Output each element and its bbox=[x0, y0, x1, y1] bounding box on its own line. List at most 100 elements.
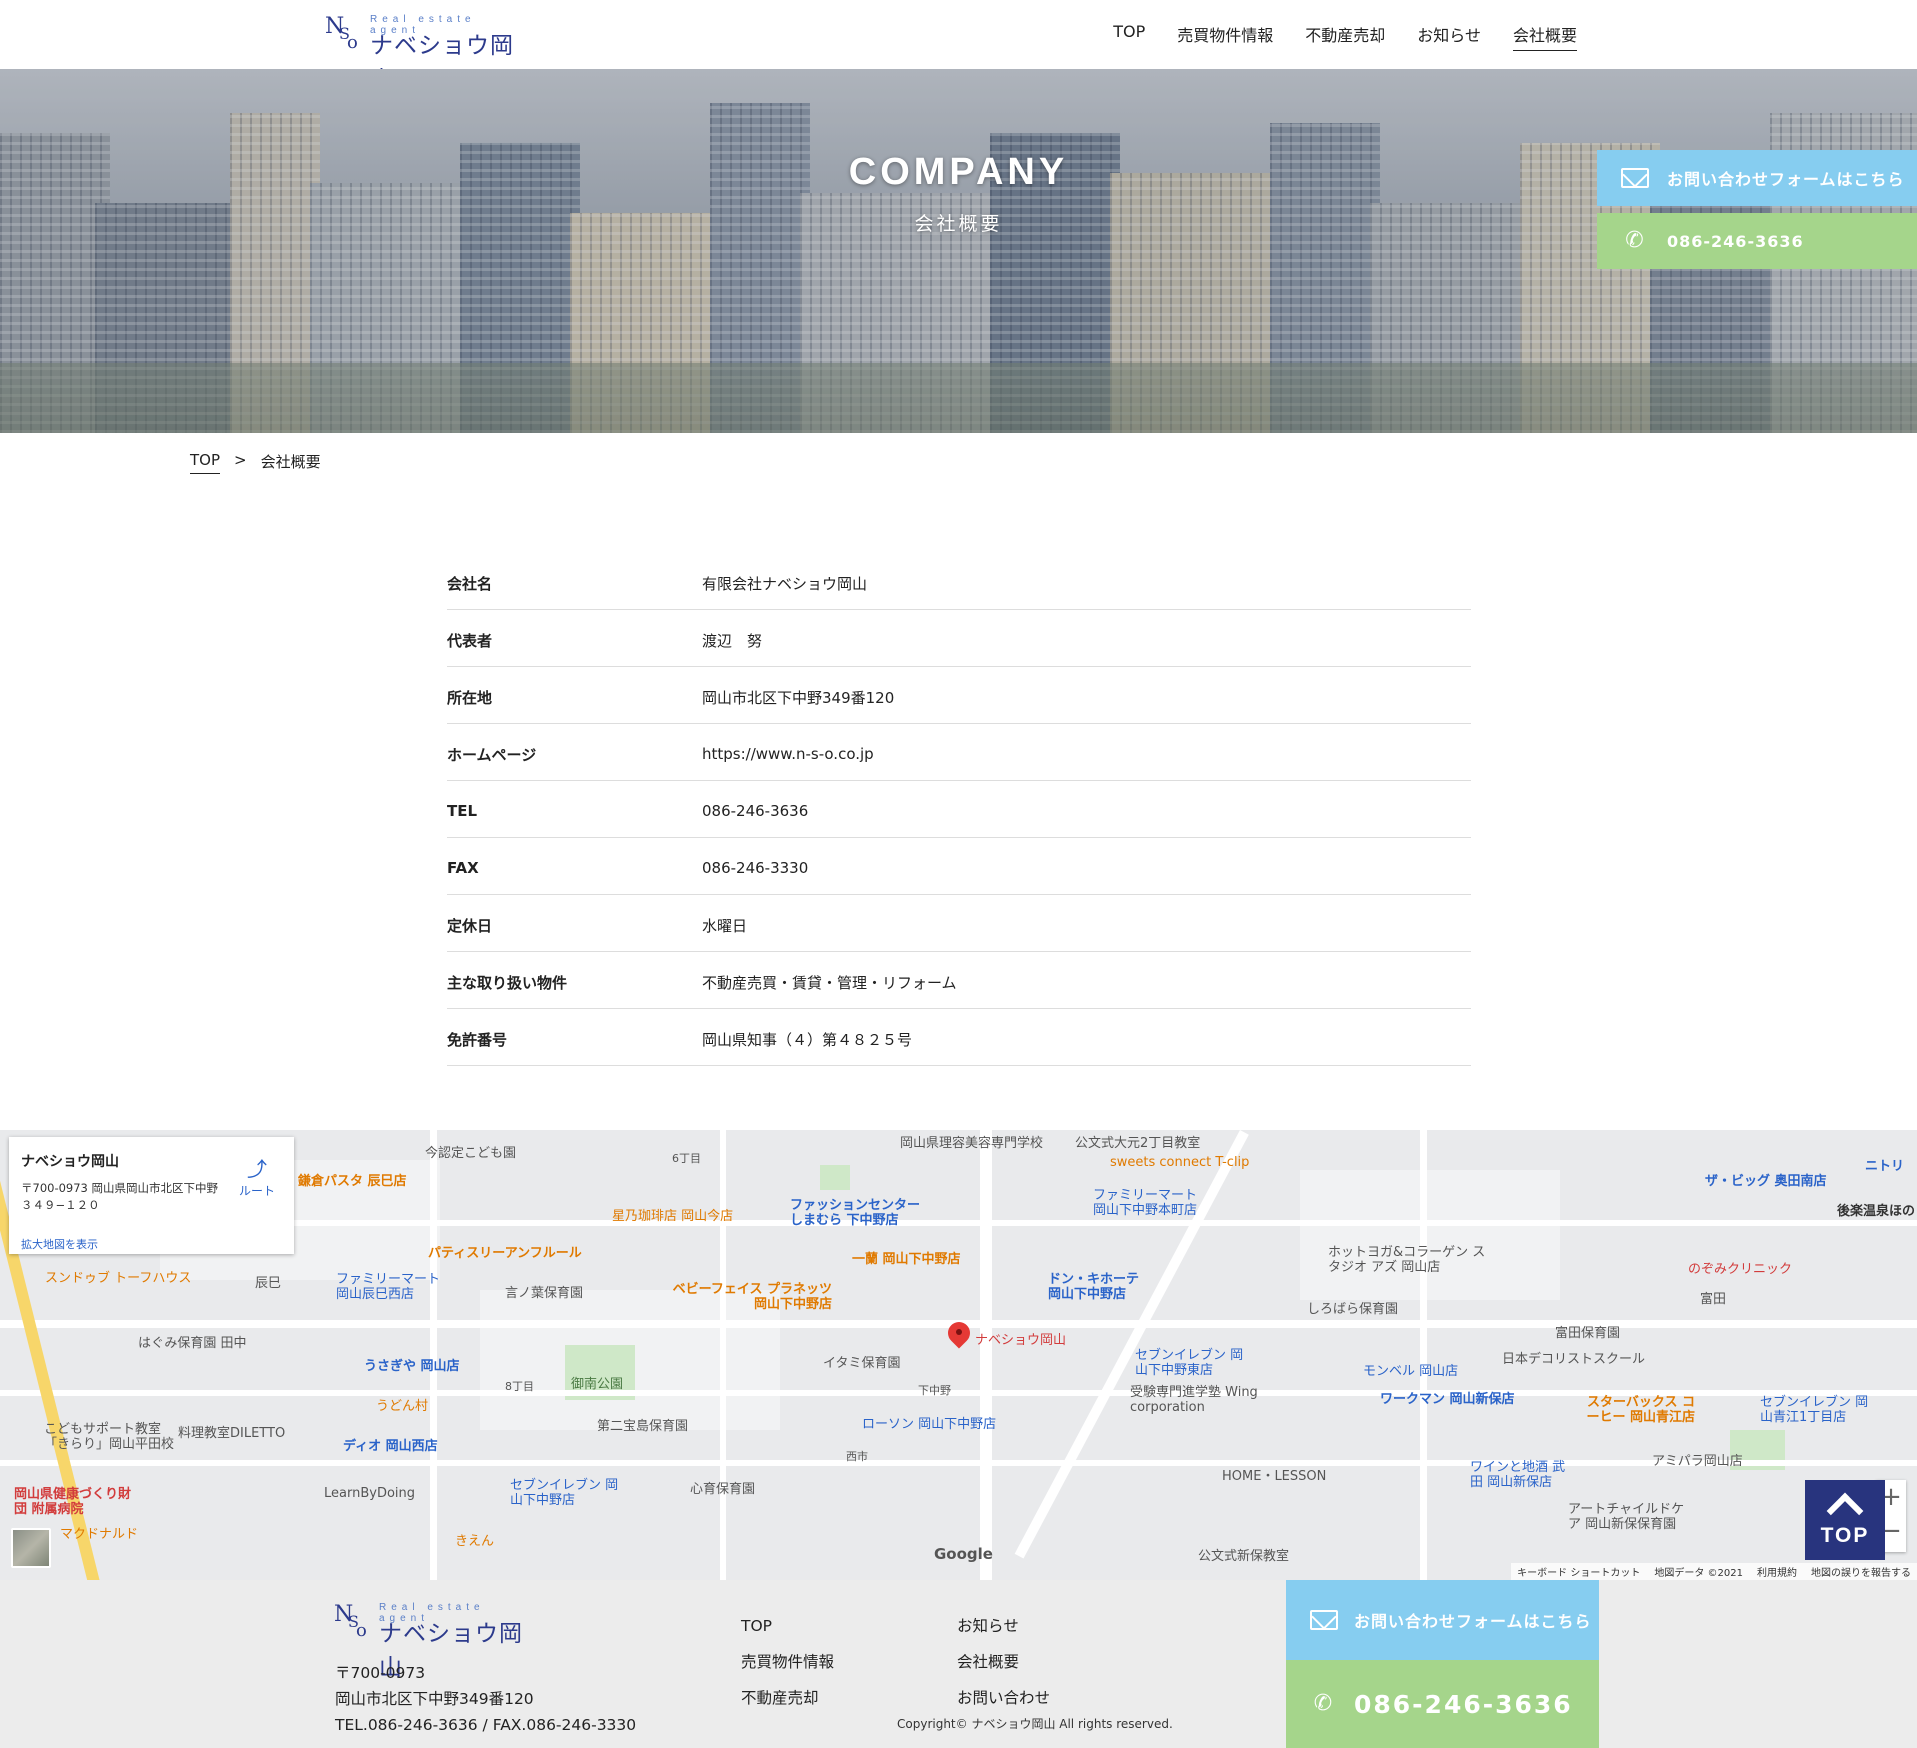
map-poi[interactable]: ホットヨガ&コラーゲン スタジオ アズ 岡山店 bbox=[1328, 1245, 1488, 1275]
route-button[interactable]: ⤴ ルート bbox=[237, 1153, 277, 1199]
map-poi[interactable]: 日本デコリストスクール bbox=[1502, 1348, 1645, 1367]
map-poi[interactable]: 公文式大元2丁目教室 bbox=[1075, 1132, 1200, 1151]
footer-contact-form-button[interactable]: お問い合わせフォームはこちら bbox=[1286, 1580, 1599, 1660]
map-poi[interactable]: 6丁目 bbox=[672, 1150, 701, 1166]
footer-link-contact[interactable]: お問い合わせ bbox=[957, 1680, 1050, 1716]
map-poi[interactable]: 富田保育園 bbox=[1555, 1322, 1620, 1341]
map-poi[interactable]: しろばら保育園 bbox=[1307, 1298, 1398, 1317]
map-poi[interactable]: セブンイレブン 岡山下中野店 bbox=[510, 1478, 620, 1508]
map-poi[interactable]: 御南公園 bbox=[571, 1373, 623, 1392]
map-poi[interactable]: パティスリーアンフルール bbox=[428, 1242, 582, 1261]
map-poi[interactable]: セブンイレブン 岡山下中野東店 bbox=[1135, 1348, 1245, 1378]
nav-company[interactable]: 会社概要 bbox=[1512, 22, 1577, 51]
map-poi[interactable]: 富田 bbox=[1700, 1288, 1726, 1307]
map-poi[interactable]: アミパラ岡山店 bbox=[1652, 1450, 1743, 1469]
map-poi[interactable]: 下中野 bbox=[918, 1382, 951, 1398]
enlarge-map-link[interactable]: 拡大地図を表示 bbox=[21, 1236, 98, 1252]
nav-news[interactable]: お知らせ bbox=[1417, 22, 1481, 51]
map-report-link[interactable]: 地図の誤りを報告する bbox=[1811, 1564, 1911, 1579]
footer-link-news[interactable]: お知らせ bbox=[957, 1608, 1050, 1644]
map-poi[interactable]: ファッションセンター しまむら 下中野店 bbox=[790, 1198, 930, 1228]
map-poi[interactable]: のぞみクリニック bbox=[1688, 1258, 1792, 1277]
map-poi[interactable]: ローソン 岡山下中野店 bbox=[862, 1413, 996, 1432]
map-poi[interactable]: こどもサポート教室「きらり」岡山平田校 bbox=[44, 1422, 184, 1452]
map-poi[interactable]: sweets connect T-clip bbox=[1110, 1155, 1249, 1170]
map-poi[interactable]: 受験専門進学塾 Wing corporation bbox=[1130, 1385, 1280, 1415]
row-label: 免許番号 bbox=[447, 1030, 508, 1049]
footer-link-properties[interactable]: 売買物件情報 bbox=[741, 1644, 834, 1680]
map-poi[interactable]: 第二宝島保育園 bbox=[597, 1415, 688, 1434]
nav-top[interactable]: TOP bbox=[1113, 22, 1145, 51]
phone-button[interactable]: ✆ 086-246-3636 bbox=[1597, 213, 1917, 269]
phone-label: 086-246-3636 bbox=[1667, 231, 1804, 251]
map-poi[interactable]: 料理教室DILETTO bbox=[178, 1422, 285, 1441]
map-poi[interactable]: 西市 bbox=[846, 1448, 868, 1464]
google-logo: Google bbox=[934, 1545, 993, 1563]
map-poi[interactable]: 後楽温泉ほの bbox=[1837, 1200, 1915, 1219]
site-logo[interactable]: NSo Real estate agent ナベショウ岡山 bbox=[325, 14, 530, 93]
global-nav: TOP 売買物件情報 不動産売却 お知らせ 会社概要 bbox=[1113, 22, 1577, 51]
map-poi[interactable]: うさぎや 岡山店 bbox=[364, 1355, 460, 1374]
row-label: 所在地 bbox=[447, 688, 493, 707]
map-poi[interactable]: アートチャイルドケア 岡山新保保育園 bbox=[1568, 1502, 1688, 1532]
back-to-top-button[interactable]: TOP bbox=[1805, 1480, 1885, 1560]
footer-nav: お知らせ 会社概要 お問い合わせ bbox=[957, 1608, 1050, 1716]
nav-sell[interactable]: 不動産売却 bbox=[1305, 22, 1385, 51]
map-shortcuts-link[interactable]: キーボード ショートカット bbox=[1517, 1564, 1640, 1579]
map-poi[interactable]: 今認定こども園 bbox=[425, 1142, 516, 1161]
map-poi[interactable]: 鎌倉パスタ 辰巳店 bbox=[298, 1170, 407, 1189]
map-poi[interactable]: HOME・LESSON bbox=[1222, 1465, 1326, 1484]
table-row: 定休日 水曜日 bbox=[447, 895, 1471, 952]
map-poi[interactable]: 岡山県健康づくり財団 附属病院 bbox=[14, 1487, 134, 1517]
footer-link-sell[interactable]: 不動産売却 bbox=[741, 1680, 834, 1716]
map-poi[interactable]: ドン・キホーテ 岡山下中野店 bbox=[1048, 1272, 1148, 1302]
breadcrumb: TOP > 会社概要 bbox=[190, 451, 321, 474]
logo-mark-icon: NSo bbox=[334, 1602, 367, 1641]
contact-form-button[interactable]: お問い合わせフォームはこちら bbox=[1597, 150, 1917, 206]
phone-icon: ✆ bbox=[1313, 1691, 1335, 1716]
row-label: 定休日 bbox=[447, 916, 493, 935]
map-poi[interactable]: はぐみ保育園 田中 bbox=[138, 1332, 247, 1351]
copyright: Copyright© ナベショウ岡山 All rights reserved. bbox=[897, 1717, 1173, 1731]
map-poi[interactable]: ファミリーマート 岡山下中野本町店 bbox=[1093, 1188, 1213, 1218]
satellite-toggle[interactable] bbox=[11, 1528, 51, 1568]
map-card-address: 〒700-0973 岡山県岡山市北区下中野３４９−１２０ bbox=[21, 1181, 219, 1212]
footer-street: 岡山市北区下中野349番120 bbox=[335, 1690, 534, 1708]
map-poi[interactable]: イタミ保育園 bbox=[823, 1352, 900, 1371]
map-marker-icon[interactable] bbox=[943, 1317, 975, 1350]
map-poi[interactable]: マクドナルド bbox=[60, 1523, 138, 1542]
map-poi[interactable]: モンベル 岡山店 bbox=[1363, 1360, 1458, 1379]
table-row: 所在地 岡山市北区下中野349番120 bbox=[447, 667, 1471, 724]
nav-properties[interactable]: 売買物件情報 bbox=[1177, 22, 1273, 51]
map-poi[interactable]: スンドゥブ トーフハウス bbox=[45, 1267, 191, 1286]
map-poi[interactable]: 星乃珈琲店 岡山今店 bbox=[612, 1205, 733, 1224]
map-poi[interactable]: セブンイレブン 岡山青江1丁目店 bbox=[1760, 1395, 1870, 1425]
row-label: FAX bbox=[447, 859, 479, 877]
map-poi[interactable]: スターバックス コーヒー 岡山青江店 bbox=[1585, 1395, 1695, 1425]
map-poi[interactable]: きえん bbox=[455, 1530, 494, 1549]
footer-link-company[interactable]: 会社概要 bbox=[957, 1644, 1050, 1680]
map-poi[interactable]: 辰巳 bbox=[255, 1272, 281, 1291]
map-poi[interactable]: 一蘭 岡山下中野店 bbox=[852, 1248, 961, 1267]
breadcrumb-home[interactable]: TOP bbox=[190, 451, 221, 474]
row-value: 086-246-3330 bbox=[702, 859, 809, 877]
map-poi[interactable]: ザ・ビッグ 奥田南店 bbox=[1705, 1170, 1827, 1189]
map-poi[interactable]: 岡山県理容美容専門学校 bbox=[900, 1132, 1043, 1151]
map-poi[interactable]: ディオ 岡山西店 bbox=[343, 1435, 438, 1454]
map-terms-link[interactable]: 利用規約 bbox=[1757, 1564, 1797, 1579]
map-poi[interactable]: 公文式新保教室 bbox=[1198, 1545, 1289, 1564]
map-poi[interactable]: ベビーフェイス プラネッツ 岡山下中野店 bbox=[672, 1282, 832, 1312]
footer-phone-button[interactable]: ✆ 086-246-3636 bbox=[1286, 1660, 1599, 1748]
map-poi[interactable]: 8丁目 bbox=[505, 1378, 534, 1394]
map-poi[interactable]: ファミリーマート 岡山辰巳西店 bbox=[336, 1272, 446, 1302]
map-poi[interactable]: 言ノ葉保育園 bbox=[505, 1282, 583, 1301]
footer-logo[interactable]: NSo Real estate agent ナベショウ岡山 bbox=[334, 1602, 539, 1681]
map-poi[interactable]: LearnByDoing bbox=[324, 1486, 415, 1501]
map-poi[interactable]: うどん村 bbox=[376, 1395, 428, 1414]
map-poi[interactable]: 心育保育園 bbox=[690, 1478, 755, 1497]
footer-link-top[interactable]: TOP bbox=[741, 1608, 834, 1644]
map-poi[interactable]: ワインと地酒 武田 岡山新保店 bbox=[1470, 1460, 1570, 1490]
map-poi[interactable]: ワークマン 岡山新保店 bbox=[1380, 1388, 1515, 1407]
map-poi[interactable]: ニトリ bbox=[1865, 1155, 1904, 1174]
row-label: 主な取り扱い物件 bbox=[447, 973, 568, 992]
